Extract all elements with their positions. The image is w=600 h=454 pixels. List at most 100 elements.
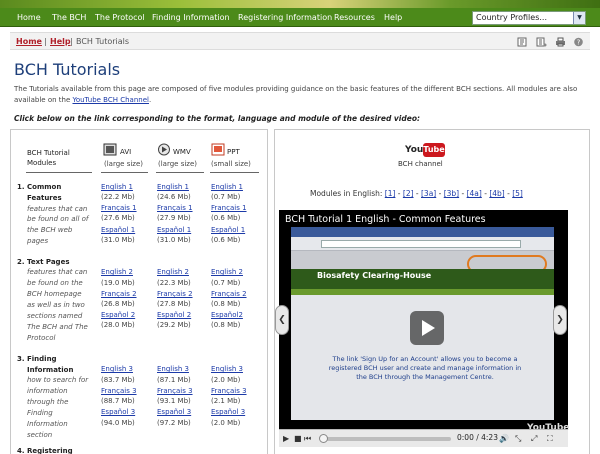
nav-finding-information[interactable]: Finding Information bbox=[152, 8, 230, 27]
help-icon[interactable]: ? bbox=[573, 37, 584, 47]
avi-link[interactable]: English 2 bbox=[101, 267, 133, 277]
ppt-link[interactable]: Español2 bbox=[211, 310, 243, 320]
bookmark-icon[interactable] bbox=[517, 37, 528, 47]
header-banner bbox=[0, 0, 600, 8]
module-link-3b[interactable]: [3b] bbox=[444, 189, 459, 198]
wmv-link[interactable]: English 1 bbox=[157, 182, 189, 192]
nav-resources[interactable]: Resources bbox=[334, 8, 375, 27]
youtube-logo-you: You bbox=[405, 145, 424, 155]
ppt-link[interactable]: Español 1 bbox=[211, 225, 245, 235]
video-player[interactable]: BCH Tutorial 1 English - Common Features… bbox=[279, 210, 569, 447]
wmv-link[interactable]: English 2 bbox=[157, 267, 189, 277]
ppt-link[interactable]: English 1 bbox=[211, 182, 243, 192]
file-size: (0.8 Mb) bbox=[211, 300, 241, 308]
wmv-size-label: (large size) bbox=[158, 160, 197, 168]
expand-icon[interactable]: ⤢ bbox=[531, 433, 537, 445]
breadcrumb-help[interactable]: Help bbox=[50, 36, 71, 48]
avi-link[interactable]: Español 2 bbox=[101, 310, 135, 320]
wmv-link[interactable]: Español 2 bbox=[157, 310, 191, 320]
wmv-link[interactable]: English 3 bbox=[157, 364, 189, 374]
file-size: (26.8 Mb) bbox=[101, 300, 135, 308]
file-size: (27.8 Mb) bbox=[157, 300, 191, 308]
wmv-link[interactable]: Français 3 bbox=[157, 386, 193, 396]
file-size: (27.9 Mb) bbox=[157, 214, 191, 222]
previous-arrow-icon[interactable]: ❮ bbox=[275, 305, 289, 335]
separator: - bbox=[436, 189, 444, 198]
wmv-link[interactable]: Français 1 bbox=[157, 203, 193, 213]
next-arrow-icon[interactable]: ❯ bbox=[553, 305, 567, 335]
volume-icon[interactable]: 🔊 bbox=[499, 433, 509, 445]
ppt-link[interactable]: English 3 bbox=[211, 364, 243, 374]
nav-the-bch[interactable]: The BCH bbox=[52, 8, 86, 27]
module-description: BCH homepage bbox=[27, 290, 82, 298]
avi-link[interactable]: Español 1 bbox=[101, 225, 135, 235]
shrink-icon[interactable]: ⤡ bbox=[515, 433, 521, 445]
avi-link[interactable]: Français 2 bbox=[101, 289, 137, 299]
ppt-link[interactable]: Español 3 bbox=[211, 407, 245, 417]
document-icon[interactable] bbox=[536, 37, 547, 47]
file-size: (2.0 Mb) bbox=[211, 376, 241, 384]
module-description: be found on the bbox=[27, 279, 83, 287]
youtube-channel-link[interactable]: YouTube BCH Channel bbox=[72, 96, 148, 104]
play-icon[interactable]: ▶ bbox=[283, 433, 289, 445]
file-size: (31.0 Mb) bbox=[101, 236, 135, 244]
file-size: (97.2 Mb) bbox=[157, 419, 191, 427]
module-description: Finding bbox=[27, 409, 53, 417]
country-profiles-select[interactable]: Country Profiles... ▼ bbox=[472, 11, 586, 25]
windows-media-icon bbox=[157, 143, 171, 156]
page-title: BCH Tutorials bbox=[14, 60, 121, 79]
avi-link[interactable]: English 1 bbox=[101, 182, 133, 192]
module-title-partial: 4. Registering bbox=[17, 447, 73, 454]
module-description: be found on all of bbox=[27, 215, 89, 223]
avi-link[interactable]: Français 1 bbox=[101, 203, 137, 213]
file-size: (2.1 Mb) bbox=[211, 397, 241, 405]
separator: - bbox=[459, 189, 467, 198]
powerpoint-icon bbox=[211, 143, 225, 156]
wmv-label: WMV bbox=[173, 148, 191, 156]
avi-link[interactable]: Español 3 bbox=[101, 407, 135, 417]
nav-the-protocol[interactable]: The Protocol bbox=[95, 8, 145, 27]
module-description: features that can bbox=[27, 268, 88, 276]
print-icon[interactable] bbox=[555, 37, 566, 47]
youtube-logo[interactable]: You Tube bbox=[405, 143, 445, 157]
module-description: The BCH and The bbox=[27, 323, 88, 331]
module-link-2[interactable]: [2] bbox=[403, 189, 414, 198]
ppt-link[interactable]: Français 2 bbox=[211, 289, 247, 299]
ppt-link[interactable]: Français 3 bbox=[211, 386, 247, 396]
module-link-1[interactable]: [1] bbox=[385, 189, 396, 198]
ppt-link[interactable]: English 2 bbox=[211, 267, 243, 277]
file-size: (28.0 Mb) bbox=[101, 321, 135, 329]
breadcrumb-home[interactable]: Home bbox=[16, 36, 42, 48]
instruction-text: Click below on the link corresponding to… bbox=[14, 114, 420, 123]
progress-bar[interactable] bbox=[321, 437, 451, 441]
avi-size-label: (large size) bbox=[104, 160, 143, 168]
avi-link[interactable]: English 3 bbox=[101, 364, 133, 374]
wmv-link[interactable]: Español 3 bbox=[157, 407, 191, 417]
breadcrumb-separator: | bbox=[44, 37, 47, 46]
breadcrumb: Home | Help | BCH Tutorials ? bbox=[10, 32, 590, 50]
rewind-icon[interactable]: ⏮ bbox=[304, 433, 311, 445]
video-title[interactable]: BCH Tutorial 1 English - Common Features bbox=[285, 213, 486, 226]
wmv-link[interactable]: Français 2 bbox=[157, 289, 193, 299]
ppt-link[interactable]: Français 1 bbox=[211, 203, 247, 213]
nav-home[interactable]: Home bbox=[17, 8, 41, 27]
file-size: (27.6 Mb) bbox=[101, 214, 135, 222]
stop-icon[interactable]: ■ bbox=[294, 433, 302, 445]
module-link-4b[interactable]: [4b] bbox=[489, 189, 504, 198]
progress-knob[interactable] bbox=[319, 434, 328, 443]
play-overlay-button[interactable] bbox=[410, 311, 444, 345]
intro-paragraph: The Tutorials available from this page a… bbox=[14, 84, 590, 106]
nav-registering-information[interactable]: Registering Information bbox=[238, 8, 332, 27]
module-link-4a[interactable]: [4a] bbox=[467, 189, 482, 198]
wmv-link[interactable]: Español 1 bbox=[157, 225, 191, 235]
file-size: (83.7 Mb) bbox=[101, 376, 135, 384]
module-link-3a[interactable]: [3a] bbox=[421, 189, 436, 198]
module-link-5[interactable]: [5] bbox=[512, 189, 523, 198]
col-header-modules-line1: BCH Tutorial bbox=[27, 149, 70, 157]
time-display: 0:00 / 4:23 bbox=[457, 433, 498, 442]
nav-help[interactable]: Help bbox=[384, 8, 402, 27]
separator: - bbox=[395, 189, 403, 198]
avi-link[interactable]: Français 3 bbox=[101, 386, 137, 396]
fullscreen-icon[interactable]: ⛶ bbox=[547, 433, 553, 445]
video-frame[interactable]: Biosafety Clearing-House The link 'Sign … bbox=[291, 227, 569, 433]
